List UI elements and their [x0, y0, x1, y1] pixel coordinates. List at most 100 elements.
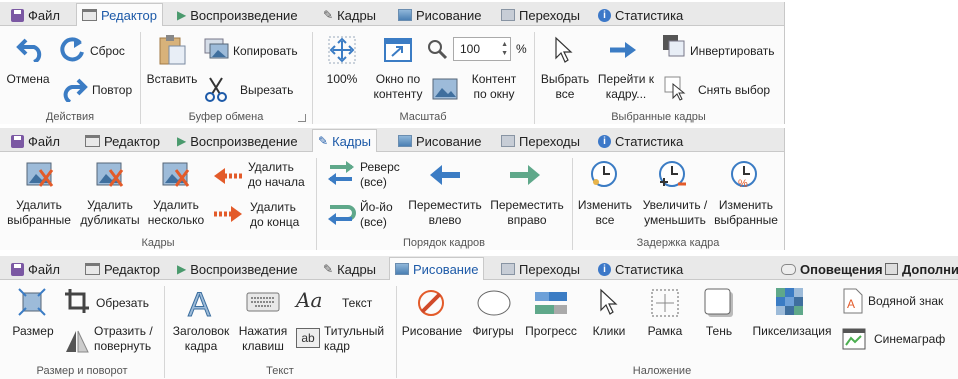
- move-right-icon[interactable]: [508, 164, 542, 186]
- watermark-button[interactable]: Водяной знак: [868, 294, 943, 309]
- undo-icon[interactable]: [16, 34, 46, 62]
- delete-selected-button[interactable]: Удалить выбранные: [2, 198, 76, 228]
- key-strokes-button[interactable]: Нажатия клавиш: [234, 324, 292, 354]
- title-frame-button[interactable]: Заголовок кадра: [170, 324, 232, 354]
- title-frame-icon[interactable]: A: [186, 286, 216, 320]
- tab-playback[interactable]: ▶ Воспроизведение: [172, 130, 303, 152]
- goto-frame-button[interactable]: Перейти к кадру...: [592, 72, 660, 102]
- tab-transitions[interactable]: Переходы: [496, 130, 585, 152]
- fit-window-icon[interactable]: [384, 38, 412, 62]
- change-selected-button[interactable]: Изменить выбранные: [710, 198, 782, 228]
- notifications-button[interactable]: Оповещения: [776, 258, 888, 280]
- reverse-icon[interactable]: [326, 160, 356, 186]
- cinemagraph-icon[interactable]: [842, 328, 866, 350]
- tab-stats[interactable]: i Статистика: [593, 130, 688, 152]
- tab-editor[interactable]: Редактор: [80, 130, 165, 152]
- delete-duplicates-icon[interactable]: [96, 162, 124, 188]
- zoom-spinner[interactable]: ▲ ▼: [501, 40, 508, 58]
- text-button[interactable]: Текст: [342, 296, 372, 311]
- resize-icon[interactable]: [18, 288, 46, 316]
- tab-file[interactable]: Файл: [6, 258, 65, 280]
- tab-editor[interactable]: Редактор: [76, 3, 163, 27]
- paste-button[interactable]: Вставить: [146, 72, 198, 87]
- move-left-button[interactable]: Переместить влево: [404, 198, 486, 228]
- invert-icon[interactable]: [662, 34, 686, 58]
- more-button[interactable]: Дополни: [880, 258, 958, 280]
- tab-playback[interactable]: ▶ Воспроизведение: [172, 258, 303, 280]
- redo-icon[interactable]: [60, 76, 88, 102]
- fit-content-button[interactable]: Контент по окну: [464, 72, 524, 102]
- move-right-button[interactable]: Переместить вправо: [486, 198, 568, 228]
- resize-button[interactable]: Размер: [4, 324, 62, 339]
- tab-frames[interactable]: ✎ Кадры: [318, 4, 381, 26]
- cursor-icon[interactable]: [553, 36, 575, 64]
- yoyo-button[interactable]: Йо-йо (все): [360, 200, 393, 230]
- dialog-launcher-icon[interactable]: [298, 114, 306, 122]
- invert-button[interactable]: Инвертировать: [690, 44, 775, 59]
- caption-frame-button[interactable]: Титульный кадр: [324, 324, 384, 354]
- fit-window-button[interactable]: Окно по контенту: [366, 72, 430, 102]
- pixelate-button[interactable]: Пикселизация: [748, 324, 836, 339]
- border-icon[interactable]: [650, 288, 680, 318]
- shapes-button[interactable]: Фигуры: [466, 324, 520, 339]
- border-button[interactable]: Рамка: [640, 324, 690, 339]
- tab-playback[interactable]: ▶ Воспроизведение: [172, 4, 303, 26]
- keyboard-icon[interactable]: [246, 292, 280, 312]
- zoom-value-input[interactable]: 100 ▲ ▼: [453, 37, 511, 61]
- text-aa-icon[interactable]: Aa: [296, 288, 322, 312]
- change-all-button[interactable]: Изменить все: [574, 198, 636, 228]
- delete-to-end-button[interactable]: Удалить до конца: [250, 200, 299, 230]
- move-left-icon[interactable]: [428, 164, 462, 186]
- shadow-icon[interactable]: [704, 288, 734, 318]
- clock-icon[interactable]: [590, 160, 618, 188]
- tab-frames[interactable]: ✎ Кадры: [312, 129, 378, 153]
- progress-button[interactable]: Прогресс: [522, 324, 580, 339]
- arrow-right-dashed-icon[interactable]: [212, 204, 244, 224]
- pixelate-icon[interactable]: [776, 288, 804, 316]
- cut-button[interactable]: Вырезать: [240, 83, 293, 98]
- delete-selected-icon[interactable]: [26, 162, 54, 188]
- arrow-right-icon[interactable]: [608, 40, 638, 60]
- shadow-button[interactable]: Тень: [694, 324, 744, 339]
- fit-content-icon[interactable]: [432, 78, 458, 100]
- clock-percent-icon[interactable]: %: [730, 160, 758, 188]
- tab-transitions[interactable]: Переходы: [496, 4, 585, 26]
- delete-to-start-button[interactable]: Удалить до начала: [248, 160, 305, 190]
- tab-stats[interactable]: i Статистика: [593, 258, 688, 280]
- arrow-left-dashed-icon[interactable]: [212, 166, 244, 186]
- flip-rotate-icon[interactable]: [64, 328, 90, 354]
- tab-file[interactable]: Файл: [6, 130, 65, 152]
- crop-icon[interactable]: [64, 288, 90, 314]
- zoom-100-icon[interactable]: [328, 36, 356, 64]
- tab-file[interactable]: Файл: [6, 4, 65, 26]
- delete-several-button[interactable]: Удалить несколько: [144, 198, 208, 228]
- caption-ab-icon[interactable]: ab: [296, 328, 320, 348]
- shapes-icon[interactable]: [476, 290, 512, 316]
- yoyo-icon[interactable]: [326, 200, 356, 226]
- reset-icon[interactable]: [60, 36, 86, 62]
- delete-several-icon[interactable]: [162, 162, 190, 188]
- increase-decrease-button[interactable]: Увеличить / уменьшить: [638, 198, 712, 228]
- reset-button[interactable]: Сброс: [90, 44, 125, 59]
- clock-plus-minus-icon[interactable]: [658, 160, 688, 188]
- tab-frames[interactable]: ✎ Кадры: [318, 258, 381, 280]
- crop-button[interactable]: Обрезать: [96, 296, 149, 311]
- scissors-icon[interactable]: [204, 76, 228, 102]
- deselect-button[interactable]: Снять выбор: [698, 83, 770, 98]
- flip-rotate-button[interactable]: Отразить / повернуть: [94, 324, 153, 354]
- zoom-100-button[interactable]: 100%: [322, 72, 362, 87]
- tab-drawing[interactable]: Рисование: [389, 257, 485, 281]
- cinemagraph-button[interactable]: Синемаграф: [874, 332, 945, 347]
- deselect-icon[interactable]: [664, 76, 688, 102]
- delete-duplicates-button[interactable]: Удалить дубликаты: [76, 198, 144, 228]
- progress-icon[interactable]: [534, 290, 568, 316]
- clicks-button[interactable]: Клики: [586, 324, 632, 339]
- paste-icon[interactable]: [158, 34, 188, 66]
- undo-button[interactable]: Отмена: [4, 72, 52, 87]
- reverse-button[interactable]: Реверс (все): [360, 160, 400, 190]
- tab-drawing[interactable]: Рисование: [393, 4, 486, 26]
- free-drawing-icon[interactable]: [416, 288, 446, 318]
- tab-drawing[interactable]: Рисование: [393, 130, 486, 152]
- select-all-button[interactable]: Выбрать все: [536, 72, 594, 102]
- watermark-icon[interactable]: A: [842, 288, 864, 314]
